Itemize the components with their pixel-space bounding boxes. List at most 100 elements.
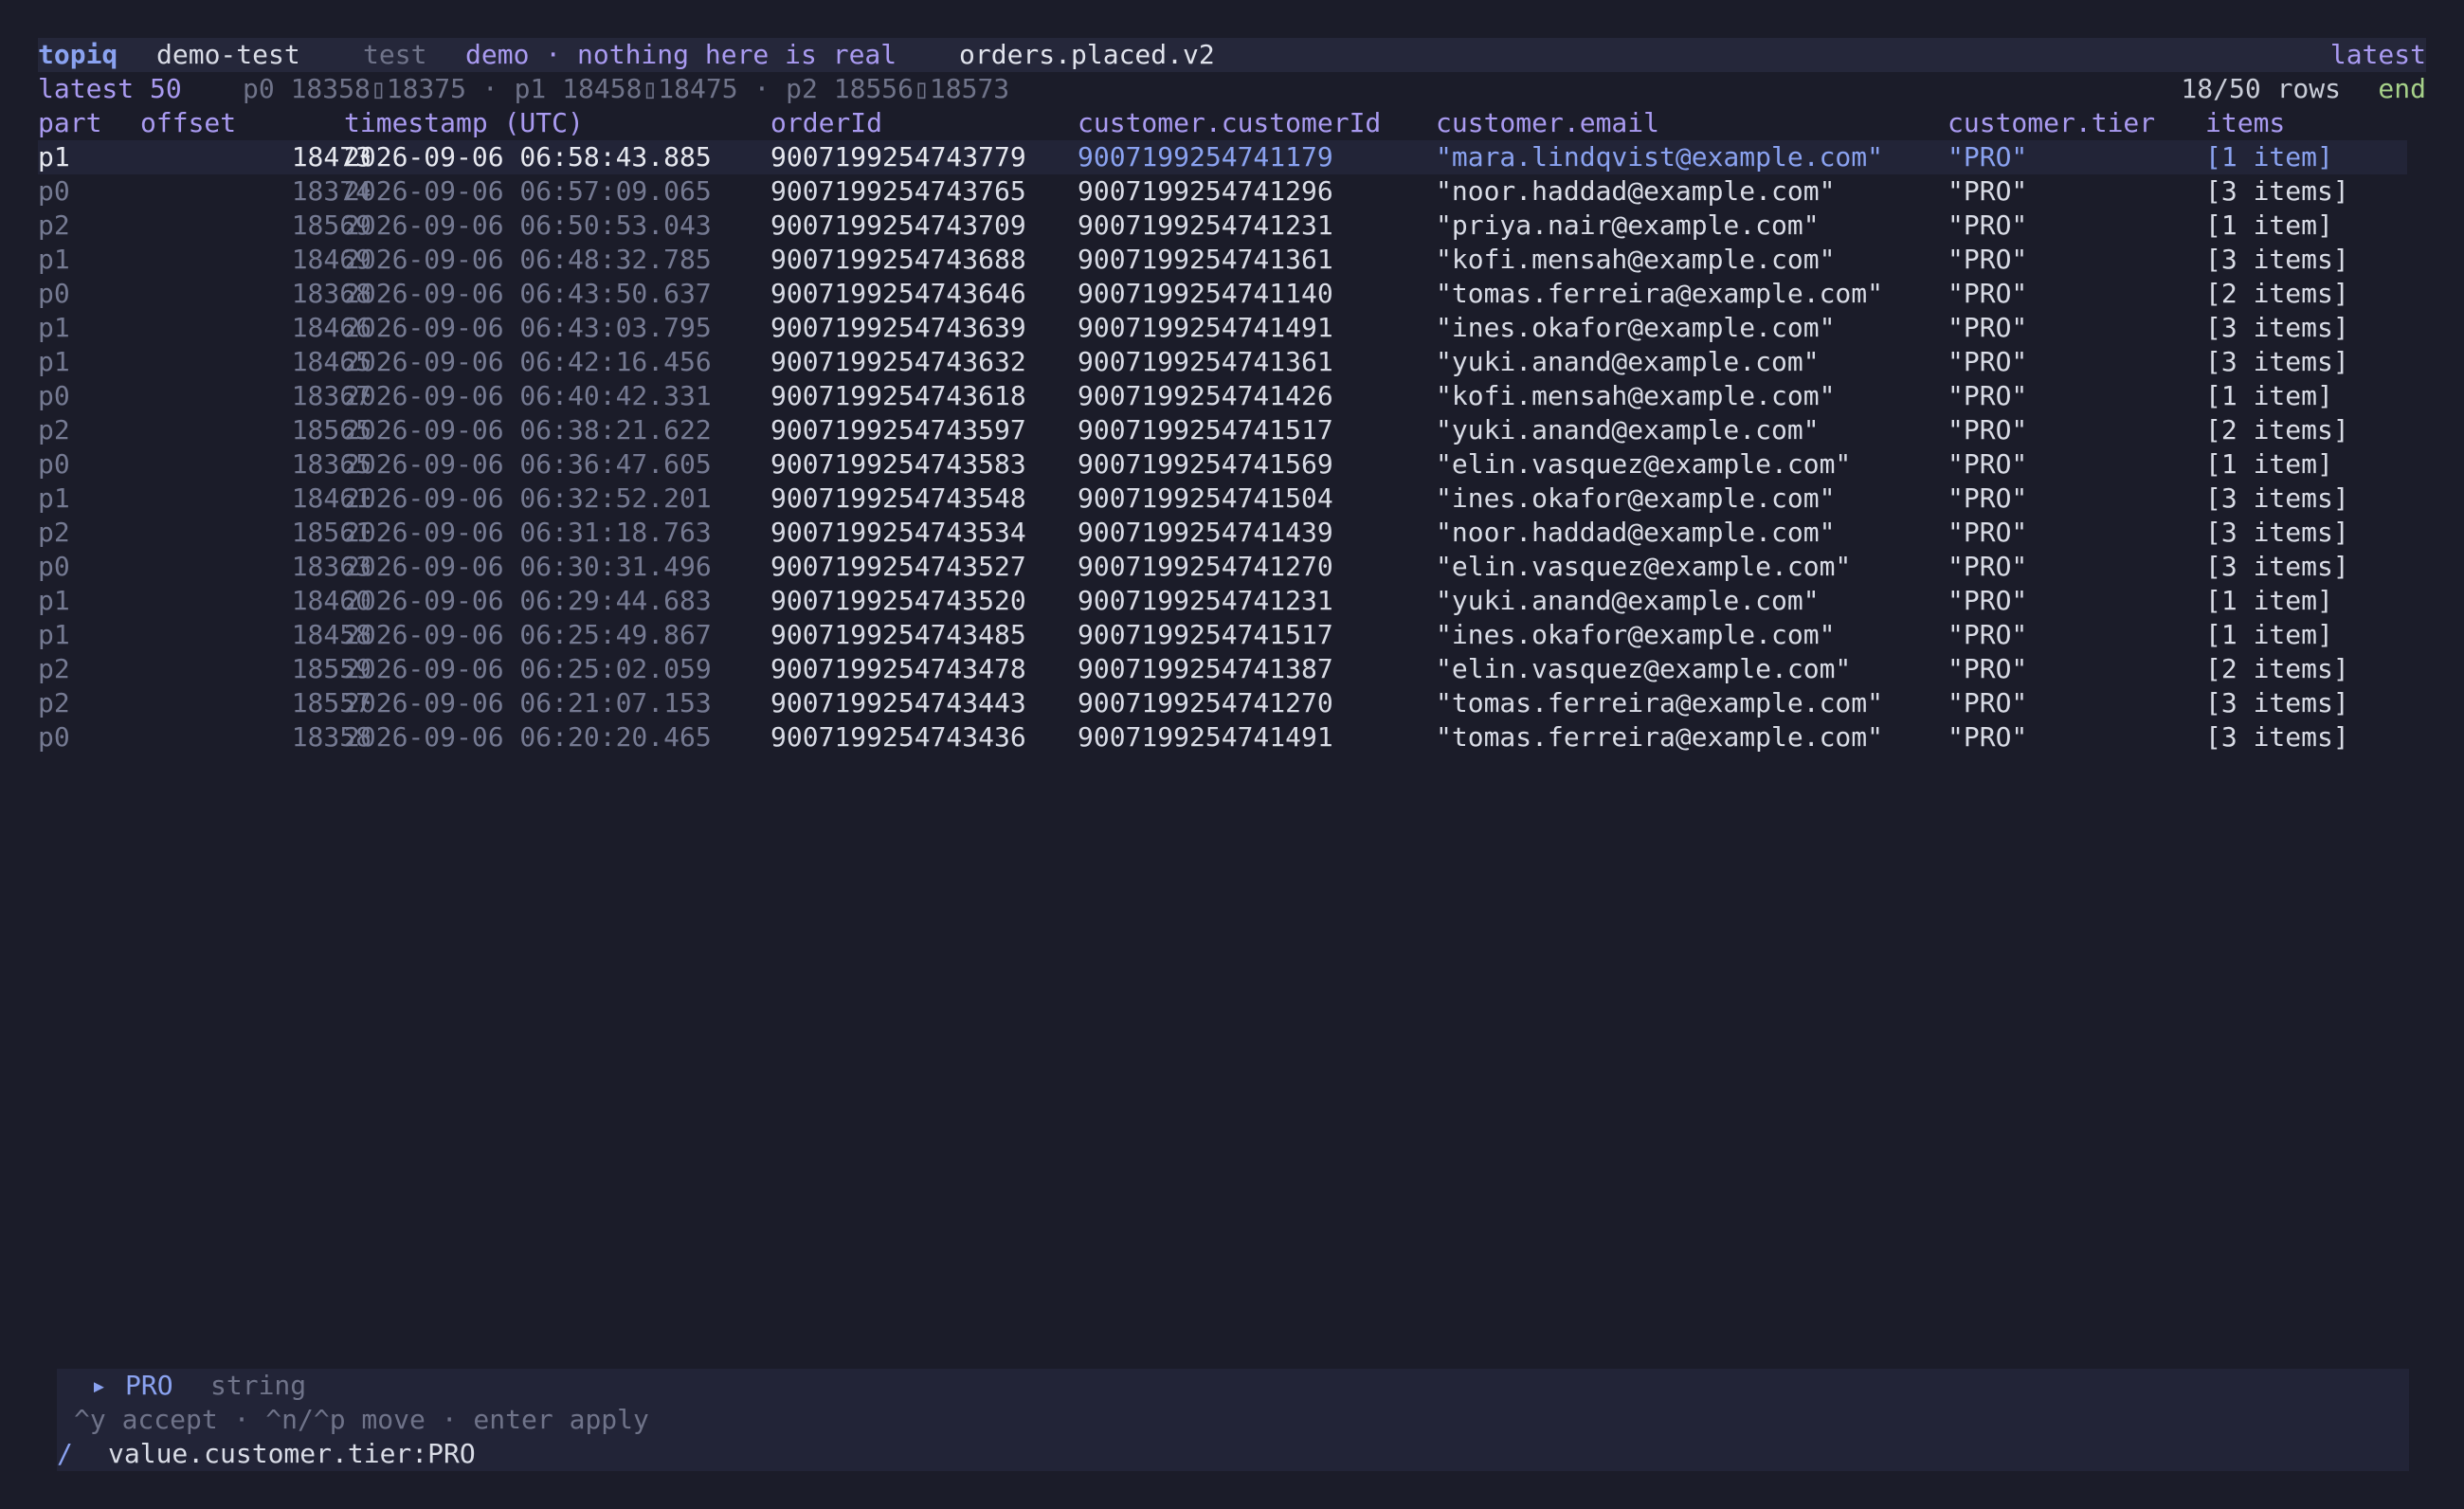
table-row[interactable]: p1 18458 2026-09-06 06:25:49.867 9007199254… xyxy=(38,618,2407,652)
cell-timestamp: 2026-09-06 06:25:02.059 xyxy=(344,653,712,684)
cell-timestamp: 2026-09-06 06:58:43.885 xyxy=(344,141,712,173)
table-row[interactable]: p0 18367 2026-09-06 06:40:42.331 9007199254… xyxy=(38,379,2407,413)
cell-customer-tier: "PRO" xyxy=(1948,209,2028,241)
cell-timestamp: 2026-09-06 06:21:07.153 xyxy=(344,687,712,718)
cell-customer-tier: "PRO" xyxy=(1948,414,2028,445)
cell-order-id: 9007199254743443 xyxy=(770,687,1026,718)
terminal: topiq demo-test test demo · nothing here… xyxy=(38,38,2426,1479)
col-customer-tier[interactable]: customer.tier xyxy=(1948,106,2155,140)
cell-customer-email: "elin.vasquez@example.com" xyxy=(1436,551,1852,582)
cell-order-id: 9007199254743520 xyxy=(770,585,1026,616)
table-row[interactable]: p2 18561 2026-09-06 06:31:18.763 9007199254… xyxy=(38,516,2407,550)
table-row[interactable]: p0 18358 2026-09-06 06:20:20.465 9007199254… xyxy=(38,720,2407,754)
cell-part: p1 xyxy=(38,346,70,377)
cell-timestamp: 2026-09-06 06:48:32.785 xyxy=(344,244,712,275)
cell-part: p2 xyxy=(38,687,70,718)
cell-customer-email: "elin.vasquez@example.com" xyxy=(1436,653,1852,684)
cell-customer-email: "noor.haddad@example.com" xyxy=(1436,517,1836,548)
cell-customer-id: 9007199254741140 xyxy=(1078,278,1333,309)
cell-customer-email: "yuki.anand@example.com" xyxy=(1436,346,1820,377)
cell-customer-id: 9007199254741517 xyxy=(1078,619,1333,650)
query-text[interactable]: value.customer.tier:PRO xyxy=(108,1437,476,1471)
table-row[interactable]: p1 18460 2026-09-06 06:29:44.683 9007199254… xyxy=(38,584,2407,618)
col-order-id[interactable]: orderId xyxy=(770,106,882,140)
col-offset[interactable]: offset xyxy=(140,106,236,140)
table-row-selected[interactable]: p1 18473 2026-09-06 06:58:43.885 9007199254… xyxy=(38,140,2407,174)
table-row[interactable]: p0 18368 2026-09-06 06:43:50.637 9007199254… xyxy=(38,277,2407,311)
col-timestamp[interactable]: timestamp (UTC) xyxy=(344,106,584,140)
cell-timestamp: 2026-09-06 06:40:42.331 xyxy=(344,380,712,411)
filter-panel: ▸ PRO string ^y accept · ^n/^p move · en… xyxy=(57,1369,2409,1471)
cell-timestamp: 2026-09-06 06:25:49.867 xyxy=(344,619,712,650)
cell-items: [1 item] xyxy=(2205,448,2333,480)
cell-customer-id: 9007199254741491 xyxy=(1078,721,1333,753)
table-row[interactable]: p0 18363 2026-09-06 06:30:31.496 9007199254… xyxy=(38,550,2407,584)
cell-customer-id: 9007199254741387 xyxy=(1078,653,1333,684)
table-row[interactable]: p2 18559 2026-09-06 06:25:02.059 9007199254… xyxy=(38,652,2407,686)
suggestion-type: string xyxy=(210,1370,307,1401)
cell-part: p2 xyxy=(38,653,70,684)
query-input[interactable]: / value.customer.tier:PRO xyxy=(57,1437,2409,1471)
col-customer-id[interactable]: customer.customerId xyxy=(1078,106,1381,140)
cell-customer-tier: "PRO" xyxy=(1948,653,2028,684)
cell-customer-tier: "PRO" xyxy=(1948,585,2028,616)
cell-items: [2 items] xyxy=(2205,653,2349,684)
cell-timestamp: 2026-09-06 06:32:52.201 xyxy=(344,482,712,514)
cell-customer-email: "yuki.anand@example.com" xyxy=(1436,414,1820,445)
table-row[interactable]: p2 18557 2026-09-06 06:21:07.153 9007199254… xyxy=(38,686,2407,720)
cell-order-id: 9007199254743618 xyxy=(770,380,1026,411)
cell-customer-email: "kofi.mensah@example.com" xyxy=(1436,380,1836,411)
cell-customer-id: 9007199254741270 xyxy=(1078,551,1333,582)
cell-customer-id: 9007199254741569 xyxy=(1078,448,1333,480)
col-part[interactable]: part xyxy=(38,106,101,140)
cell-timestamp: 2026-09-06 06:38:21.622 xyxy=(344,414,712,445)
cell-items: [3 items] xyxy=(2205,721,2349,753)
cell-order-id: 9007199254743632 xyxy=(770,346,1026,377)
cell-customer-tier: "PRO" xyxy=(1948,721,2028,753)
cell-items: [3 items] xyxy=(2205,482,2349,514)
cell-customer-tier: "PRO" xyxy=(1948,619,2028,650)
cell-part: p2 xyxy=(38,414,70,445)
cell-order-id: 9007199254743527 xyxy=(770,551,1026,582)
col-customer-email[interactable]: customer.email xyxy=(1436,106,1659,140)
cell-order-id: 9007199254743583 xyxy=(770,448,1026,480)
cell-items: [3 items] xyxy=(2205,312,2349,343)
table-row[interactable]: p1 18466 2026-09-06 06:43:03.795 9007199254… xyxy=(38,311,2407,345)
cell-customer-id: 9007199254741491 xyxy=(1078,312,1333,343)
cell-order-id: 9007199254743639 xyxy=(770,312,1026,343)
cell-customer-tier: "PRO" xyxy=(1948,517,2028,548)
cell-order-id: 9007199254743597 xyxy=(770,414,1026,445)
cell-part: p1 xyxy=(38,141,70,173)
suggestion-item[interactable]: ▸ PRO string xyxy=(57,1369,2409,1403)
cell-order-id: 9007199254743779 xyxy=(770,141,1026,173)
cell-customer-tier: "PRO" xyxy=(1948,346,2028,377)
table-row[interactable]: p1 18465 2026-09-06 06:42:16.456 9007199254… xyxy=(38,345,2407,379)
cell-customer-tier: "PRO" xyxy=(1948,141,2028,173)
cell-timestamp: 2026-09-06 06:42:16.456 xyxy=(344,346,712,377)
table-row[interactable]: p1 18469 2026-09-06 06:48:32.785 9007199254… xyxy=(38,243,2407,277)
cell-customer-id: 9007199254741296 xyxy=(1078,175,1333,207)
table-row[interactable]: p2 18565 2026-09-06 06:38:21.622 9007199254… xyxy=(38,413,2407,447)
cell-items: [3 items] xyxy=(2205,687,2349,718)
cell-timestamp: 2026-09-06 06:36:47.605 xyxy=(344,448,712,480)
cluster-name[interactable]: demo-test xyxy=(156,38,300,72)
cell-items: [2 items] xyxy=(2205,414,2349,445)
cell-part: p2 xyxy=(38,209,70,241)
col-items[interactable]: items xyxy=(2205,106,2285,140)
table-row[interactable]: p1 18461 2026-09-06 06:32:52.201 9007199254… xyxy=(38,482,2407,516)
partition-ranges: p0 18358▯18375 · p1 18458▯18475 · p2 185… xyxy=(243,73,1010,104)
cell-timestamp: 2026-09-06 06:50:53.043 xyxy=(344,209,712,241)
cell-customer-email: "tomas.ferreira@example.com" xyxy=(1436,278,1884,309)
cell-customer-id: 9007199254741231 xyxy=(1078,585,1333,616)
cell-timestamp: 2026-09-06 06:57:09.065 xyxy=(344,175,712,207)
cell-customer-email: "yuki.anand@example.com" xyxy=(1436,585,1820,616)
table-row[interactable]: p2 18569 2026-09-06 06:50:53.043 9007199254… xyxy=(38,209,2407,243)
cell-part: p0 xyxy=(38,551,70,582)
table-row[interactable]: p0 18374 2026-09-06 06:57:09.065 9007199254… xyxy=(38,174,2407,209)
cell-order-id: 9007199254743688 xyxy=(770,244,1026,275)
topic-name[interactable]: orders.placed.v2 xyxy=(959,38,1215,72)
cell-customer-email: "elin.vasquez@example.com" xyxy=(1436,448,1852,480)
table-row[interactable]: p0 18365 2026-09-06 06:36:47.605 9007199254… xyxy=(38,447,2407,482)
cell-items: [3 items] xyxy=(2205,175,2349,207)
cell-customer-tier: "PRO" xyxy=(1948,312,2028,343)
